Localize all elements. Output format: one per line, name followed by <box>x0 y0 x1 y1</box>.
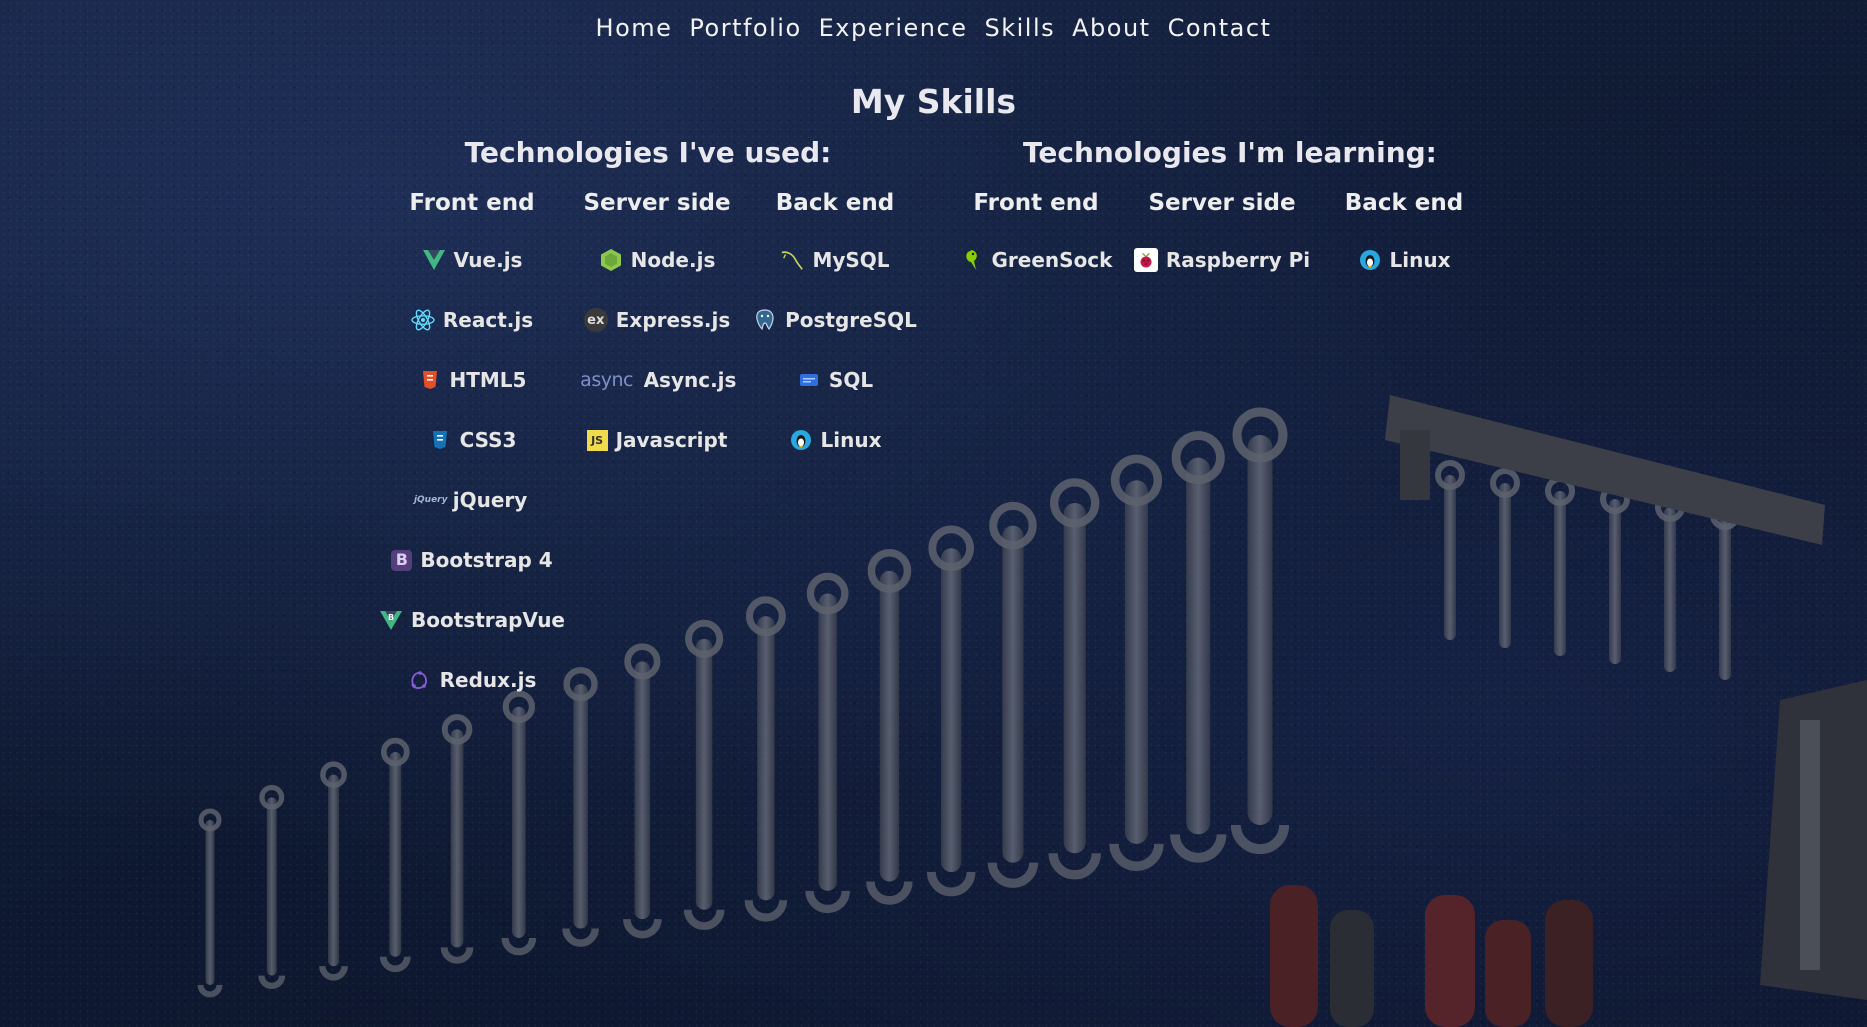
skill-async: async Async.js <box>562 350 752 410</box>
skill-css3: CSS3 <box>377 410 567 470</box>
page-title: My Skills <box>850 82 1017 121</box>
sql-icon <box>797 368 821 392</box>
skill-sql: SQL <box>740 350 930 410</box>
linux-icon <box>1358 248 1382 272</box>
used-section-title: Technologies I've used: <box>464 136 832 169</box>
screwdriver-handles-decor <box>1270 885 1593 1027</box>
wrench-shape <box>1170 431 1227 863</box>
nav-contact[interactable]: Contact <box>1168 14 1272 42</box>
wrench-shape <box>501 690 537 956</box>
nav-portfolio[interactable]: Portfolio <box>689 14 801 42</box>
nodejs-icon <box>599 248 623 272</box>
wrench-shape <box>319 761 348 981</box>
wrench-shape <box>683 619 725 930</box>
used-frontend-column: Front end Vue.js React.js HTML5 CSS3 jQu… <box>377 190 567 710</box>
skill-jquery: jQuery jQuery <box>413 488 528 512</box>
postgresql-icon <box>753 308 777 332</box>
skill-redux: Redux.js <box>377 650 567 710</box>
wrench-shape <box>1600 484 1630 664</box>
learning-serverside-column: Server side Raspberry Pi <box>1127 190 1317 290</box>
greensock-icon <box>960 248 984 272</box>
skill-raspberrypi: Raspberry Pi <box>1127 230 1317 290</box>
wrench-shape <box>1230 407 1290 855</box>
skill-bootstrapvue: B BootstrapVue <box>377 590 567 650</box>
wrench-shape <box>987 501 1039 888</box>
wrench-shape <box>1710 500 1740 680</box>
column-heading: Front end <box>973 190 1099 216</box>
wrench-shape <box>744 596 788 922</box>
express-icon: ex <box>583 308 608 332</box>
redux-icon <box>408 668 432 692</box>
used-serverside-column: Server side Node.js ex Express.js async … <box>562 190 752 470</box>
nav-skills[interactable]: Skills <box>984 14 1055 42</box>
column-heading: Server side <box>1148 190 1296 216</box>
wrench-shape <box>258 784 286 989</box>
wrench-shape <box>1655 492 1685 672</box>
skill-react: React.js <box>377 290 567 350</box>
socket-rack-decor <box>1760 680 1867 1000</box>
html5-icon <box>418 368 442 392</box>
skill-postgresql: PostgreSQL <box>740 290 930 350</box>
javascript-icon: JS <box>586 429 608 451</box>
main-nav: Home Portfolio Experience Skills About C… <box>0 14 1867 42</box>
linux-icon <box>789 428 813 452</box>
wrench-shape <box>805 572 850 914</box>
learning-section-title: Technologies I'm learning: <box>1023 136 1437 169</box>
wrench-shape <box>926 525 976 897</box>
skill-nodejs: Node.js <box>562 230 752 290</box>
bootstrapvue-icon: B <box>379 608 403 632</box>
skill-greensock: GreenSock <box>941 230 1131 290</box>
column-heading: Server side <box>583 190 731 216</box>
mysql-icon <box>780 248 804 272</box>
wrench-shape <box>197 808 223 998</box>
vue-icon <box>422 248 446 272</box>
jquery-icon: jQuery <box>413 494 448 505</box>
nav-home[interactable]: Home <box>596 14 673 42</box>
wrench-shape <box>1545 476 1575 656</box>
nav-about[interactable]: About <box>1072 14 1150 42</box>
used-backend-column: Back end MySQL PostgreSQL SQL Linux <box>740 190 930 470</box>
skill-html5: HTML5 <box>377 350 567 410</box>
wrench-shape <box>562 666 599 947</box>
learning-backend-column: Back end Linux <box>1309 190 1499 290</box>
wrench-shape <box>1490 468 1520 648</box>
column-heading: Back end <box>775 190 895 216</box>
nav-experience[interactable]: Experience <box>819 14 968 42</box>
bootstrap-icon: B <box>391 549 413 571</box>
wrench-shape <box>440 714 474 964</box>
skill-linux: Linux <box>740 410 930 470</box>
tools-background-image <box>197 395 1867 1027</box>
skill-bootstrap: B Bootstrap 4 <box>377 530 567 590</box>
wrench-shape <box>1109 454 1164 871</box>
async-icon: async <box>580 368 633 391</box>
skill-linux: Linux <box>1309 230 1499 290</box>
wrench-shape <box>623 643 662 939</box>
wrench-shape <box>379 737 411 973</box>
skill-vue: Vue.js <box>377 230 567 290</box>
wrench-shape <box>1048 478 1101 880</box>
learning-frontend-column: Front end GreenSock <box>941 190 1131 290</box>
skill-express: ex Express.js <box>562 290 752 350</box>
react-icon <box>411 308 435 332</box>
css3-icon <box>428 428 452 452</box>
column-heading: Back end <box>1344 190 1464 216</box>
wrench-shape <box>866 549 913 905</box>
raspberrypi-icon <box>1133 248 1158 272</box>
svg-text:B: B <box>388 613 394 622</box>
skill-mysql: MySQL <box>740 230 930 290</box>
wrench-shape <box>1435 460 1465 640</box>
column-heading: Front end <box>409 190 535 216</box>
skill-javascript: JS Javascript <box>562 410 752 470</box>
